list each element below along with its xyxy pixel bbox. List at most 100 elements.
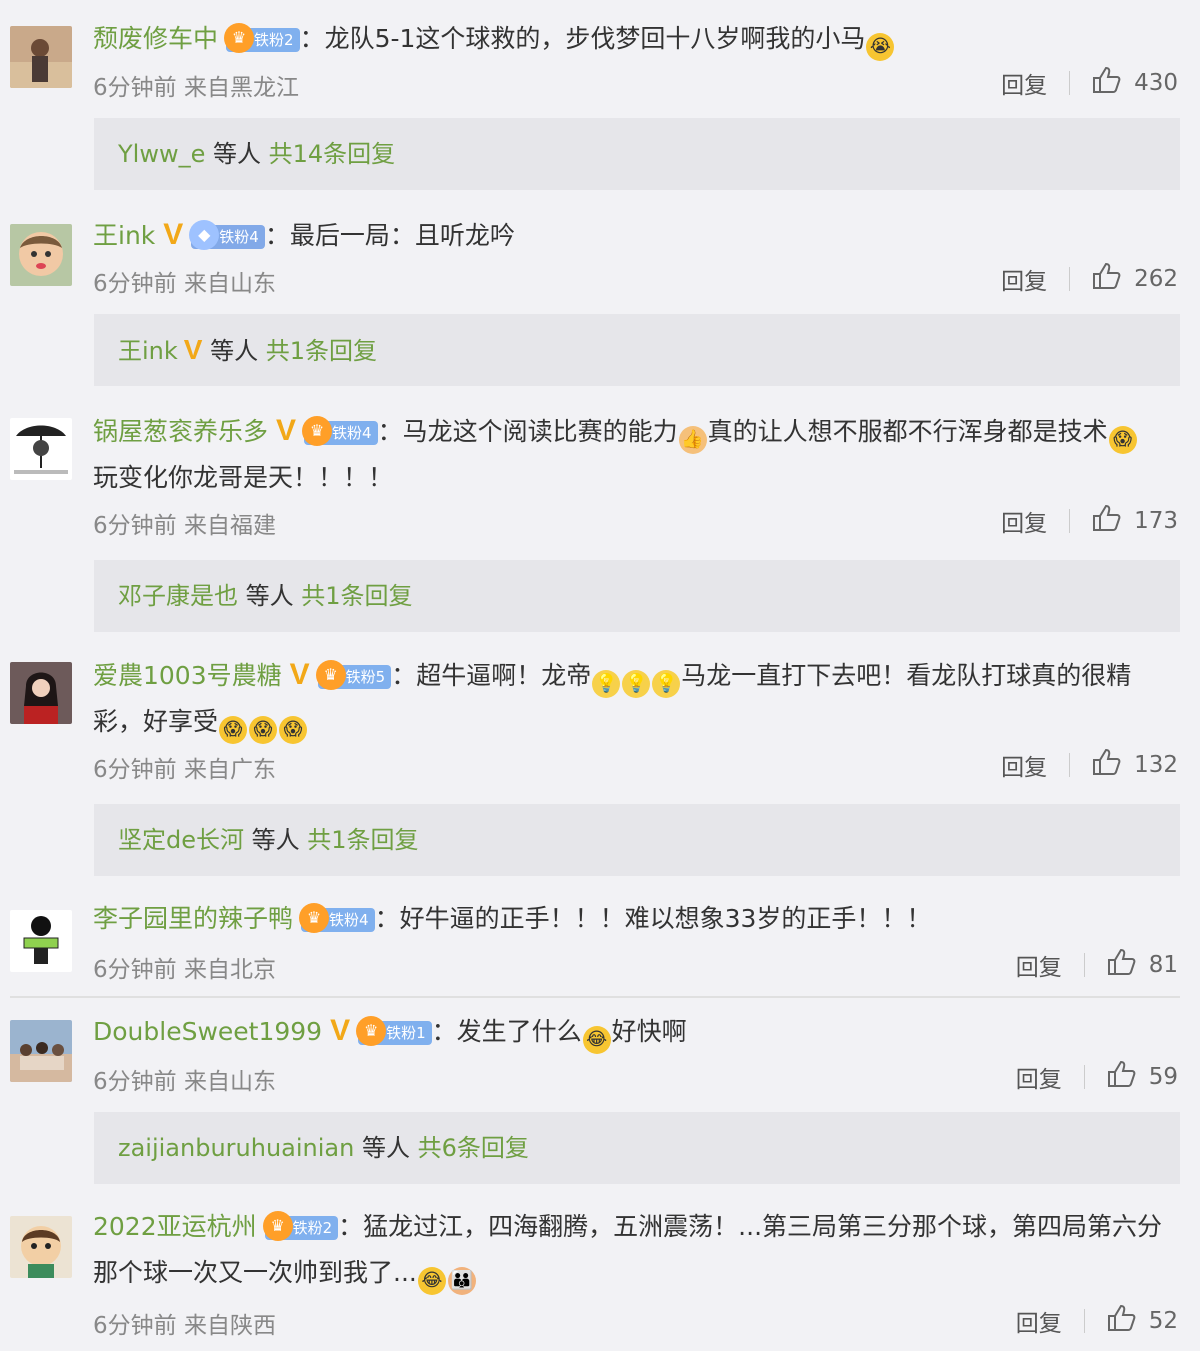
- comment-text: 真的让人想不服都不行浑身都是技术: [707, 417, 1108, 446]
- avatar[interactable]: [10, 418, 72, 480]
- crying-emoji-icon: 😭: [866, 33, 895, 61]
- comment-time: 6分钟前: [93, 1069, 177, 1095]
- avatar[interactable]: [10, 224, 72, 286]
- verified-v-icon: V: [289, 658, 310, 691]
- comment-content: DoubleSweet1999 V ♛ 铁粉1 ：发生了什么 😂 好快啊: [93, 1008, 1178, 1055]
- reply-button[interactable]: 回复: [1001, 748, 1047, 782]
- comment-meta: 6分钟前 来自山东: [93, 1062, 276, 1096]
- avatar[interactable]: [10, 26, 72, 88]
- username-link[interactable]: 李子园里的辣子鸭: [93, 904, 293, 933]
- comment-text: 好快啊: [611, 1017, 687, 1046]
- comment-time: 6分钟前: [93, 75, 177, 101]
- fan-badge[interactable]: ♛ 铁粉4: [299, 903, 375, 933]
- comment-time: 6分钟前: [93, 1313, 177, 1339]
- comment-actions: 回复 132: [1001, 748, 1178, 782]
- reply-user-link[interactable]: Ylww_e: [118, 140, 205, 168]
- screaming-emoji-icon: 😱: [279, 716, 308, 744]
- fan-badge[interactable]: ♛ 铁粉4: [302, 416, 378, 446]
- like-count: 81: [1148, 952, 1178, 978]
- crown-icon: ♛: [302, 416, 333, 446]
- reply-user-link[interactable]: 坚定de长河: [118, 826, 244, 854]
- comment-actions: 回复 430: [1001, 66, 1178, 100]
- thumbs-up-icon[interactable]: [1092, 748, 1122, 782]
- like-count: 262: [1134, 266, 1178, 292]
- like-count: 132: [1134, 752, 1178, 778]
- comment-location: 来自山东: [183, 1069, 276, 1095]
- reply-button[interactable]: 回复: [1001, 262, 1047, 296]
- comment-text: 马龙一直打下去吧！看龙队打球真的很精: [681, 661, 1132, 690]
- diamond-icon: ◆: [189, 220, 220, 250]
- like-count: 430: [1134, 70, 1178, 96]
- reply-button[interactable]: 回复: [1001, 66, 1047, 100]
- thumbs-up-icon[interactable]: [1092, 504, 1122, 538]
- divider: [1069, 267, 1071, 291]
- comment-location: 来自福建: [183, 513, 276, 539]
- fan-badge[interactable]: ♛ 铁粉2: [224, 23, 300, 53]
- comment-actions: 回复 59: [1016, 1060, 1178, 1094]
- reply-count-link[interactable]: 共6条回复: [418, 1134, 529, 1162]
- comment-content: 王ink V ◆ 铁粉4 ：最后一局：且听龙吟: [93, 212, 1178, 259]
- like-count: 52: [1148, 1308, 1178, 1334]
- comment-meta: 6分钟前 来自山东: [93, 264, 276, 298]
- crown-icon: ♛: [224, 23, 255, 53]
- screaming-emoji-icon: 😱: [1108, 426, 1137, 454]
- comment-text-continued: 那个球一次又一次帅到我了...: [93, 1258, 417, 1287]
- username-link[interactable]: DoubleSweet1999: [93, 1017, 322, 1046]
- laughing-emoji-icon: 😂: [582, 1026, 611, 1054]
- fan-badge[interactable]: ♛ 铁粉5: [315, 660, 392, 690]
- reply-button[interactable]: 回复: [1016, 1060, 1062, 1094]
- thumbs-up-icon[interactable]: [1092, 66, 1122, 100]
- replies-summary[interactable]: 邓子康是也 等人 共1条回复: [94, 560, 1180, 632]
- reply-count-link[interactable]: 共1条回复: [307, 826, 418, 854]
- reply-button[interactable]: 回复: [1016, 948, 1062, 982]
- comment-text-continued: 玩变化你龙哥是天！！！！: [93, 463, 394, 492]
- reply-user-link[interactable]: 王ink: [118, 337, 178, 365]
- fan-badge[interactable]: ♛ 铁粉1: [356, 1016, 432, 1046]
- reply-user-link[interactable]: zaijianburuhuainian: [118, 1134, 354, 1162]
- comment-content: 颓废修车中 ♛ 铁粉2 ：龙队5-1这个球救的，步伐梦回十八岁啊我的小马 😭: [93, 16, 1178, 62]
- thumbs-up-icon[interactable]: [1107, 1060, 1137, 1094]
- avatar[interactable]: [10, 1216, 72, 1278]
- comment-content: 2022亚运杭州 ♛ 铁粉2 ：猛龙过江，四海翻腾，五洲震荡！...第三局第三分那个球…: [93, 1204, 1178, 1296]
- comment-text: ：发生了什么: [431, 1017, 582, 1046]
- divider: [1069, 753, 1071, 777]
- idea-emoji-icon: 💡: [592, 670, 621, 698]
- comment-location: 来自北京: [183, 957, 276, 983]
- reply-count-link[interactable]: 共14条回复: [269, 140, 396, 168]
- avatar[interactable]: [10, 1020, 72, 1082]
- comment-actions: 回复 262: [1001, 262, 1178, 296]
- thumbs-up-icon[interactable]: [1107, 948, 1137, 982]
- comment-meta: 6分钟前 来自北京: [93, 950, 276, 984]
- replies-summary[interactable]: 坚定de长河 等人 共1条回复: [94, 804, 1180, 876]
- reply-button[interactable]: 回复: [1016, 1304, 1062, 1338]
- replies-summary[interactable]: 王ink V 等人 共1条回复: [94, 314, 1180, 386]
- reply-user-link[interactable]: 邓子康是也: [118, 582, 238, 610]
- avatar[interactable]: [10, 662, 72, 724]
- replies-summary[interactable]: zaijianburuhuainian 等人 共6条回复: [94, 1112, 1180, 1184]
- comment-actions: 回复 81: [1016, 948, 1178, 982]
- thumbs-up-icon[interactable]: [1107, 1304, 1137, 1338]
- reply-button[interactable]: 回复: [1001, 504, 1047, 538]
- fan-badge[interactable]: ◆ 铁粉4: [189, 220, 265, 250]
- comment-content: 锅屋葱衮养乐多 V ♛ 铁粉4 ：马龙这个阅读比赛的能力 👍 真的让人想不服都不行浑身都是技…: [93, 408, 1178, 501]
- crown-icon: ♛: [315, 660, 346, 690]
- thumbs-up-emoji-icon: 👍: [678, 426, 707, 454]
- replies-summary[interactable]: Ylww_e 等人 共14条回复: [94, 118, 1180, 190]
- username-link[interactable]: 颓废修车中: [93, 24, 218, 53]
- comment-content: 爱農1003号農糖 V ♛ 铁粉5 ：超牛逼啊！龙帝 💡 💡 💡 马龙一直打下去吧！看龙队打球真…: [93, 652, 1178, 745]
- username-link[interactable]: 2022亚运杭州: [93, 1212, 257, 1241]
- username-link[interactable]: 锅屋葱衮养乐多: [93, 417, 268, 446]
- screaming-emoji-icon: 😱: [249, 716, 278, 744]
- comment-location: 来自陕西: [183, 1313, 276, 1339]
- reply-count-link[interactable]: 共1条回复: [301, 582, 412, 610]
- comment-text-continued: 彩，好享受: [93, 707, 219, 736]
- reply-count-link[interactable]: 共1条回复: [266, 337, 377, 365]
- comment-location: 来自山东: [183, 271, 276, 297]
- fan-badge[interactable]: ♛ 铁粉2: [262, 1211, 339, 1241]
- avatar[interactable]: [10, 910, 72, 972]
- username-link[interactable]: 爱農1003号農糖: [93, 661, 282, 690]
- username-link[interactable]: 王ink: [93, 221, 155, 250]
- verified-v-icon: V: [183, 334, 203, 365]
- divider: [1069, 71, 1071, 95]
- thumbs-up-icon[interactable]: [1092, 262, 1122, 296]
